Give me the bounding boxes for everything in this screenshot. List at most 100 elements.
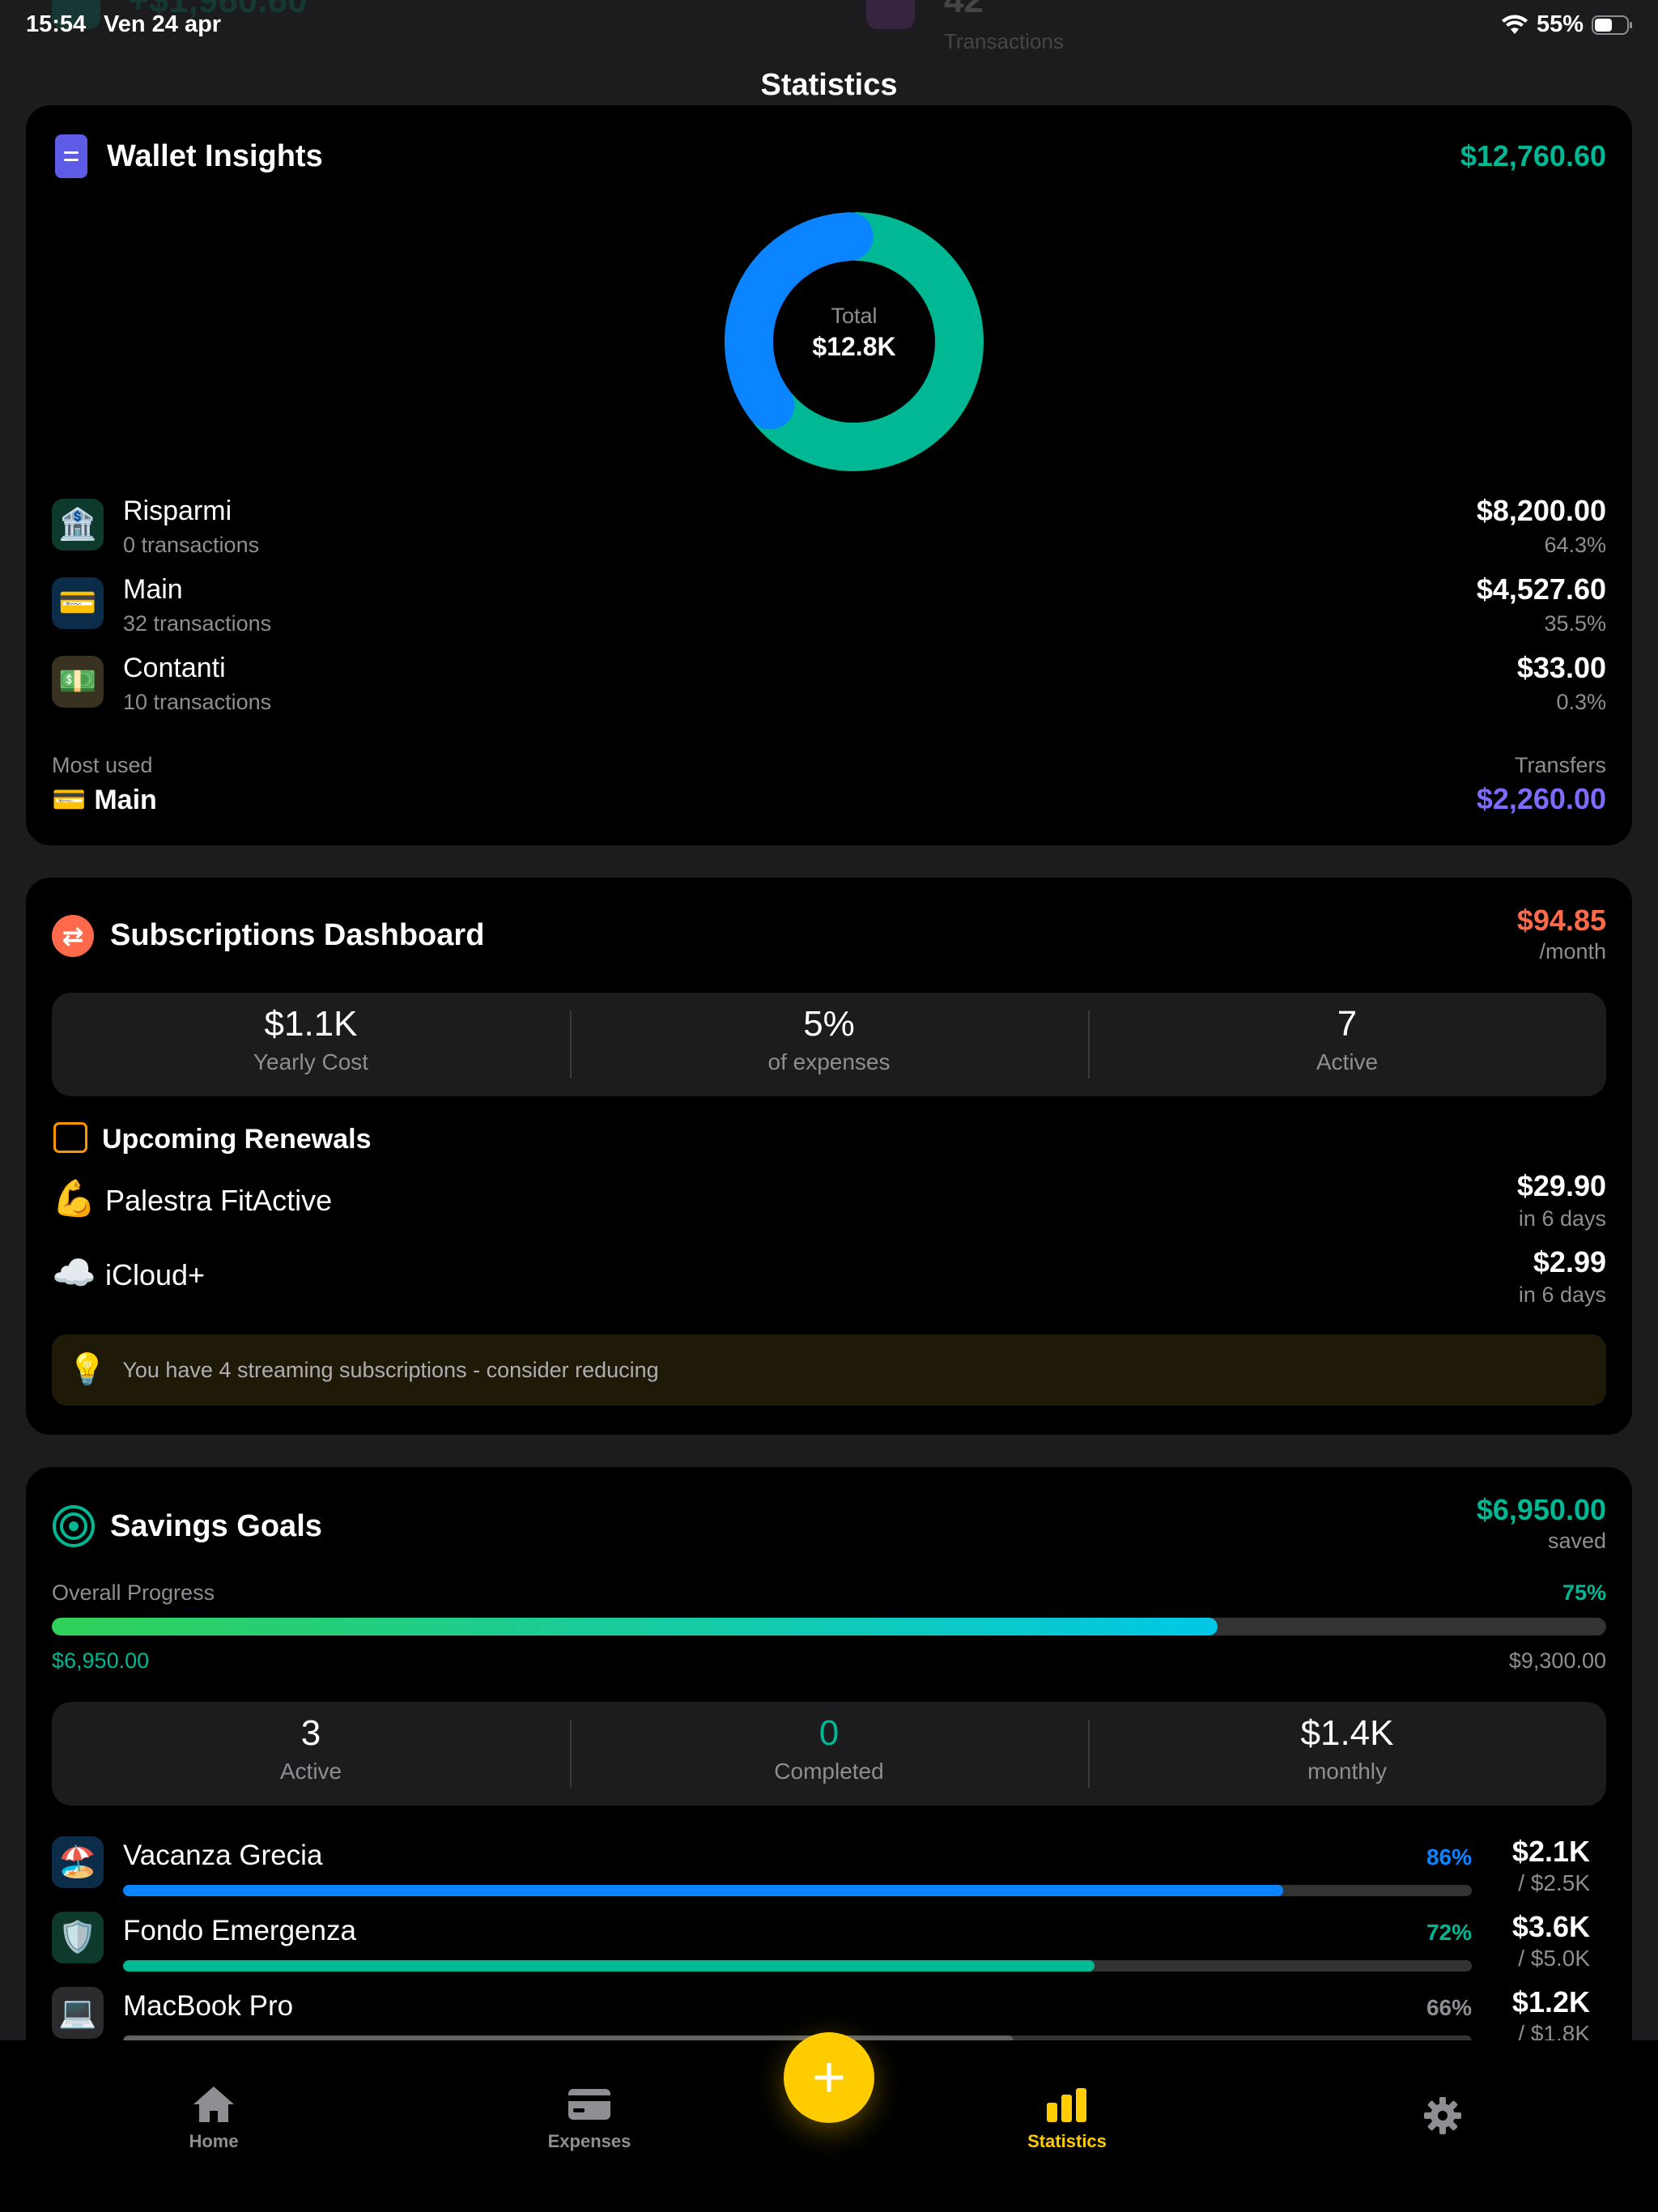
cash-icon: 💵 xyxy=(52,656,104,708)
wallet-percent: 0.3% xyxy=(1556,690,1606,714)
wallet-amount: $33.00 xyxy=(1516,651,1606,684)
renewal-name: iCloud+ xyxy=(105,1258,206,1291)
stat-label: Completed xyxy=(774,1759,884,1784)
laptop-icon: 💻 xyxy=(52,1987,104,2039)
stat-monthly-saving: $1.4K monthly xyxy=(1088,1702,1606,1806)
add-transaction-button[interactable]: + xyxy=(784,2032,874,2123)
status-bar: 15:54 Ven 24 apr 55% xyxy=(0,0,1658,52)
upcoming-renewals-title: Upcoming Renewals xyxy=(102,1124,372,1155)
goal-name: Fondo Emergenza xyxy=(123,1915,356,1946)
tab-expenses[interactable]: Expenses xyxy=(508,2082,670,2152)
wallet-notebook-icon xyxy=(55,134,87,178)
stat-value: 3 xyxy=(300,1713,321,1753)
stat-completed-goals: 0 Completed xyxy=(570,1702,1088,1806)
tab-label: Statistics xyxy=(1027,2131,1107,2151)
goal-vacanza-grecia[interactable]: 🏖️ Vacanza Grecia 86% $2.1K / $2.5K xyxy=(26,1835,1632,1901)
tab-label: Home xyxy=(189,2131,239,2151)
subscriptions-monthly: $94.85 xyxy=(1516,904,1606,937)
cloud-icon: ☁️ xyxy=(52,1253,96,1293)
overall-progress-label: Overall Progress xyxy=(52,1580,215,1605)
stat-label: Yearly Cost xyxy=(253,1049,369,1074)
wallet-transactions: 10 transactions xyxy=(123,690,272,714)
wallet-amount: $8,200.00 xyxy=(1476,494,1606,527)
overall-progress-percent: 75% xyxy=(1562,1580,1606,1605)
wallet-percent: 35.5% xyxy=(1544,611,1606,636)
stat-label: Active xyxy=(1316,1049,1379,1074)
battery-percent: 55% xyxy=(1536,11,1584,37)
renewal-name: Palestra FitActive xyxy=(105,1184,333,1217)
stat-value: $1.1K xyxy=(264,1004,358,1044)
wallet-name: Contanti xyxy=(123,653,226,683)
stat-value: 5% xyxy=(803,1004,855,1044)
renewal-amount: $2.99 xyxy=(1533,1245,1606,1278)
renewal-item[interactable]: 💪 Palestra FitActive $29.90 in 6 days xyxy=(26,1169,1632,1234)
monthly-unit: /month xyxy=(1539,939,1606,963)
shield-icon: 🛡️ xyxy=(52,1912,104,1963)
stat-label: Active xyxy=(279,1759,342,1784)
goal-percent: 66% xyxy=(1426,1995,1472,2020)
bar-chart-icon xyxy=(1047,2088,1086,2122)
wallet-percent: 64.3% xyxy=(1544,533,1606,557)
beach-umbrella-icon: 🏖️ xyxy=(52,1836,104,1888)
wallet-transactions: 32 transactions xyxy=(123,611,272,636)
savings-title: Savings Goals xyxy=(110,1509,322,1543)
flexed-biceps-icon: 💪 xyxy=(52,1179,96,1219)
bank-icon: 🏦 xyxy=(52,499,104,551)
tab-settings[interactable] xyxy=(1362,2082,1524,2149)
stat-value: $1.4K xyxy=(1300,1713,1394,1753)
subscriptions-card: ⇄ Subscriptions Dashboard $94.85 /month … xyxy=(26,878,1632,1435)
page-title: Statistics xyxy=(760,68,898,102)
app-screen: +$1,960.60 42 Transactions 15:54 Ven 24 … xyxy=(0,0,1658,2212)
stat-of-expenses: 5% of expenses xyxy=(570,993,1088,1096)
card-icon xyxy=(568,2089,610,2120)
goal-amount: $1.2K xyxy=(1511,1985,1590,2018)
wallet-total-amount: $12,760.60 xyxy=(1460,139,1606,172)
donut-center-value: $12.8K xyxy=(812,332,896,361)
most-used-wallet: Main xyxy=(94,784,157,815)
wallet-amount: $4,527.60 xyxy=(1476,572,1606,606)
tab-bar: Home Expenses + Statistics xyxy=(0,2032,1658,2212)
savings-goals-card: Savings Goals $6,950.00 saved Overall Pr… xyxy=(26,1467,1632,2082)
wifi-icon xyxy=(1501,15,1528,34)
goal-progress-bar xyxy=(123,1885,1472,1896)
goal-progress-bar xyxy=(123,1960,1472,1972)
stat-active-goals: 3 Active xyxy=(52,1702,570,1806)
goal-progress-fill xyxy=(123,1885,1283,1896)
target-icon xyxy=(53,1505,95,1547)
goal-amount: $2.1K xyxy=(1511,1835,1590,1868)
renewal-due: in 6 days xyxy=(1518,1283,1606,1307)
wallet-name: Main xyxy=(123,574,183,605)
goal-target: / $5.0K xyxy=(1518,1946,1590,1971)
tab-statistics[interactable]: Statistics xyxy=(986,2082,1148,2152)
subscriptions-title: Subscriptions Dashboard xyxy=(110,918,485,952)
stat-active: 7 Active xyxy=(1088,993,1606,1096)
repeat-icon: ⇄ xyxy=(52,915,94,957)
wallet-insights-card: Wallet Insights $12,760.60 Total $12.8K … xyxy=(26,105,1632,845)
donut-center-label: Total xyxy=(831,304,878,328)
savings-stats: 3 Active 0 Completed $1.4K monthly xyxy=(52,1702,1606,1806)
renewal-item[interactable]: ☁️ iCloud+ $2.99 in 6 days xyxy=(26,1245,1632,1310)
tip-text: You have 4 streaming subscriptions - con… xyxy=(122,1357,659,1382)
plus-icon: + xyxy=(811,2045,847,2110)
goal-target: / $2.5K xyxy=(1518,1870,1590,1895)
most-used-label: Most used xyxy=(52,753,153,777)
calendar-icon xyxy=(53,1122,87,1153)
tab-home[interactable]: Home xyxy=(133,2082,295,2152)
goal-name: Vacanza Grecia xyxy=(123,1840,323,1871)
savings-saved-amount: $6,950.00 xyxy=(1476,1493,1606,1526)
stat-value: 0 xyxy=(818,1713,840,1753)
goal-fondo-emergenza[interactable]: 🛡️ Fondo Emergenza 72% $3.6K / $5.0K xyxy=(26,1910,1632,1976)
stat-value: 7 xyxy=(1337,1004,1358,1044)
overall-progress-bar xyxy=(52,1618,1606,1636)
renewal-due: in 6 days xyxy=(1518,1206,1606,1231)
gear-icon xyxy=(1424,2097,1461,2134)
goal-percent: 72% xyxy=(1426,1920,1472,1945)
stat-label: of expenses xyxy=(767,1049,891,1074)
goal-amount: $3.6K xyxy=(1511,1910,1590,1943)
stat-label: monthly xyxy=(1307,1759,1388,1784)
credit-card-icon: 💳 xyxy=(52,785,87,815)
wallet-name: Risparmi xyxy=(123,496,232,526)
lightbulb-icon: 💡 xyxy=(68,1353,107,1387)
transfers-label: Transfers xyxy=(1514,753,1606,777)
tab-label: Expenses xyxy=(547,2131,631,2151)
